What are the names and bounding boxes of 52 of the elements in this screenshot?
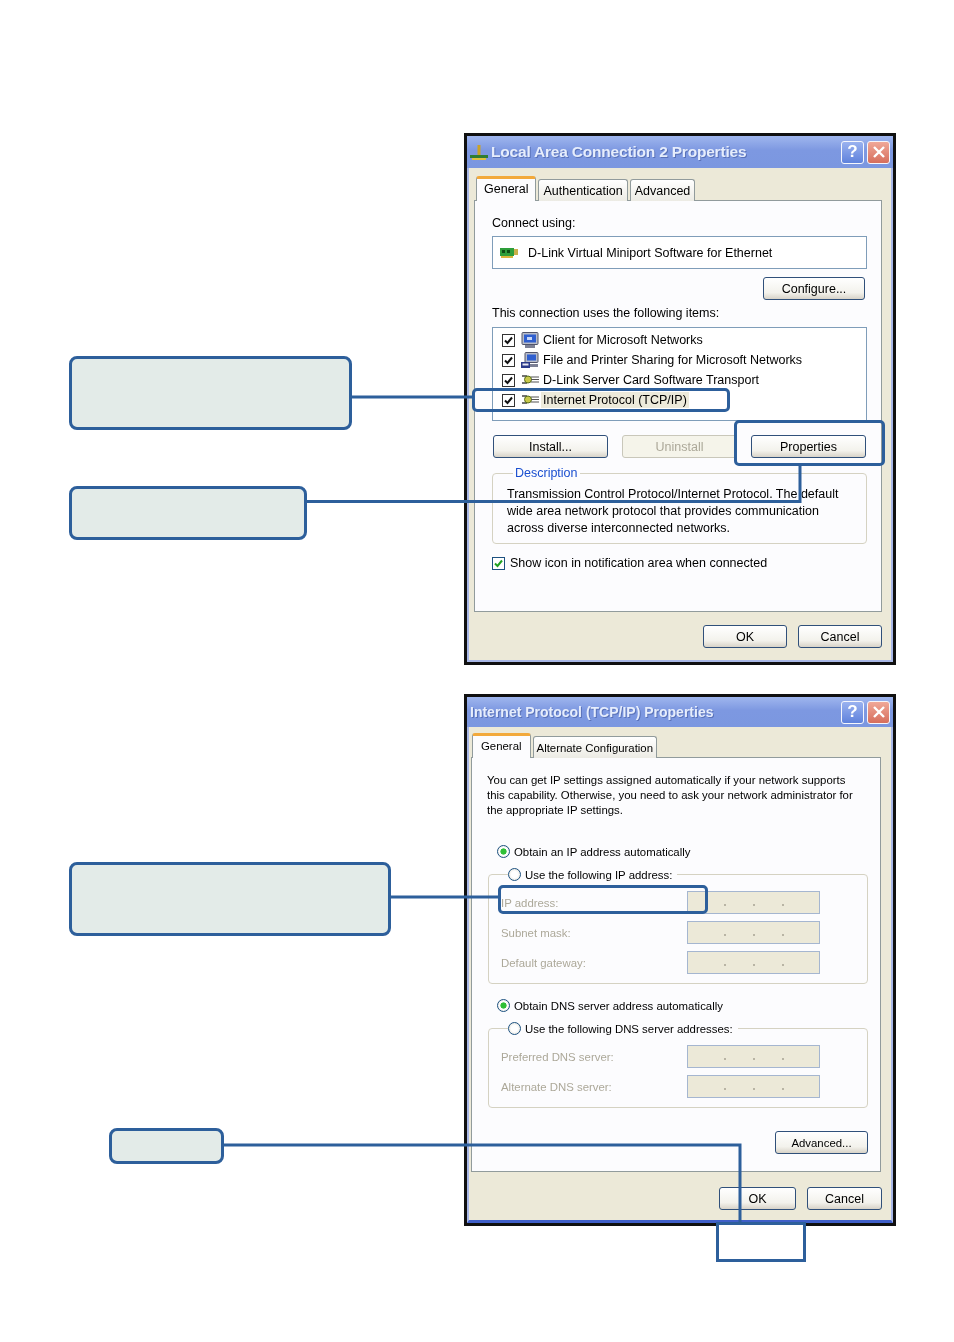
field-label: IP address: (501, 896, 560, 909)
tab[interactable]: Alternate Configuration (532, 736, 658, 758)
dialog-button[interactable]: OK (719, 1187, 796, 1210)
checkbox[interactable] (502, 373, 515, 387)
dialog-button[interactable]: Cancel (807, 1187, 882, 1210)
radio-button[interactable] (497, 845, 510, 858)
tab[interactable]: General (476, 176, 537, 201)
checkbox-label: Show icon in notification area when connected (510, 556, 768, 570)
dialog-button[interactable]: Cancel (798, 625, 882, 648)
computer-icon (521, 332, 539, 348)
configure-button[interactable]: Configure... (763, 277, 865, 300)
radio-label: Obtain DNS server address automatically (514, 999, 723, 1012)
list-item[interactable]: Internet Protocol (TCP/IP) (541, 392, 689, 408)
list-item[interactable]: D-Link Server Card Software Transport (541, 372, 762, 388)
field-label: Subnet mask: (501, 926, 572, 939)
adapter-name: D-Link Virtual Miniport Software for Ethernet (528, 245, 773, 260)
radio-button[interactable] (508, 868, 521, 881)
close-icon (872, 146, 885, 158)
radio-label: Obtain an IP address automatically (514, 845, 691, 858)
radio-button[interactable] (508, 1022, 521, 1035)
window-title: Internet Protocol (TCP/IP) Properties (470, 704, 715, 720)
tab[interactable]: Advanced (629, 179, 696, 201)
tab[interactable]: Authentication (538, 179, 628, 201)
network-icon (470, 144, 488, 160)
network-card-icon (500, 246, 518, 259)
field-label: Default gateway: (501, 956, 587, 969)
section-label: This connection uses the following items: (492, 305, 720, 321)
dialog-button[interactable]: OK (703, 625, 787, 648)
checkbox[interactable] (492, 556, 505, 570)
checkbox[interactable] (502, 393, 515, 407)
action-button[interactable]: Install... (493, 435, 608, 458)
close-button[interactable] (867, 140, 890, 164)
list-item[interactable]: File and Printer Sharing for Microsoft Networks (541, 352, 805, 368)
field-label: Preferred DNS server: (501, 1050, 615, 1063)
field-label: Alternate DNS server: (501, 1080, 613, 1093)
checkbox[interactable] (502, 333, 515, 347)
group-title: Description (514, 466, 579, 480)
tab[interactable]: General (472, 733, 531, 758)
radio-button[interactable] (497, 999, 510, 1012)
advanced-button[interactable]: Advanced... (775, 1131, 868, 1154)
list-item[interactable]: Client for Microsoft Networks (541, 332, 705, 348)
section-label: Connect using: (492, 215, 576, 231)
checkbox[interactable] (502, 353, 515, 367)
action-button[interactable]: Properties (751, 435, 866, 458)
radio-label: Use the following DNS server addresses: (525, 1022, 733, 1035)
close-icon (872, 706, 885, 718)
window-title: Local Area Connection 2 Properties (491, 143, 748, 161)
description-text: Transmission Control Protocol/Internet Protocol. The default wide area network protocol that provides communication across diverse interconnected networks. (507, 486, 840, 537)
close-button[interactable] (867, 700, 890, 724)
computer-icon (521, 352, 539, 368)
radio-label: Use the following IP address: (525, 868, 673, 881)
intro-text: You can get IP settings assigned automatically if your network supports this capability. Otherwise, you need to ask your network administrator for the appropriate IP settings. (487, 773, 854, 818)
